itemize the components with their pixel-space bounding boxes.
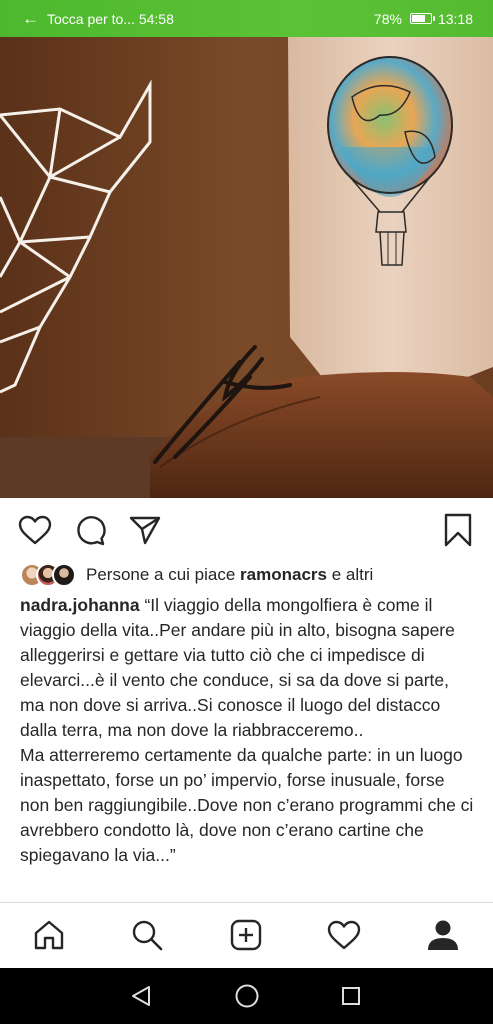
likes-prefix: Persone a cui piace	[86, 565, 241, 584]
status-bar: ← Tocca per to... 54:58 78% 13:18	[0, 0, 493, 37]
hot-air-balloon-tattoo-photo	[0, 37, 493, 498]
likes-summary[interactable]: Persone a cui piace ramonacrs e altri	[20, 562, 373, 588]
home-circle-icon[interactable]	[233, 982, 261, 1010]
profile-icon[interactable]	[421, 913, 465, 957]
battery-percent: 78%	[373, 10, 402, 27]
caption-text-continued: Ma atterreremo certamente da qualche par…	[20, 745, 474, 865]
send-icon[interactable]	[127, 508, 163, 552]
post-actions	[0, 508, 493, 552]
caption-username[interactable]: nadra.johanna	[20, 595, 140, 615]
battery-icon	[409, 13, 435, 24]
call-banner-text: Tocca per to... 54:58	[47, 10, 174, 27]
comment-icon[interactable]	[72, 508, 108, 552]
liker-avatars	[20, 563, 76, 587]
back-triangle-icon[interactable]	[127, 982, 155, 1010]
bottom-navigation	[0, 902, 493, 968]
post-photo[interactable]	[0, 37, 493, 498]
bookmark-icon[interactable]	[440, 508, 476, 552]
ongoing-call-banner[interactable]: ← Tocca per to... 54:58	[0, 10, 174, 27]
arrow-left-icon: ←	[22, 9, 39, 28]
caption-text: “Il viaggio della mongolfiera è come il …	[20, 595, 455, 740]
avatar	[52, 563, 76, 587]
post-caption: nadra.johanna “Il viaggio della mongolfi…	[20, 593, 475, 868]
search-icon[interactable]	[125, 913, 169, 957]
heart-icon[interactable]	[17, 508, 53, 552]
system-navigation-bar	[0, 968, 493, 1024]
recents-square-icon[interactable]	[337, 982, 365, 1010]
home-icon[interactable]	[27, 913, 71, 957]
likes-suffix: e altri	[326, 565, 374, 584]
activity-heart-icon[interactable]	[322, 913, 366, 957]
likes-text: Persone a cui piace ramonacrs e altri	[86, 565, 373, 585]
add-post-icon[interactable]	[224, 913, 268, 957]
liker-username[interactable]: ramonacrs	[240, 565, 327, 584]
clock: 13:18	[437, 10, 473, 27]
